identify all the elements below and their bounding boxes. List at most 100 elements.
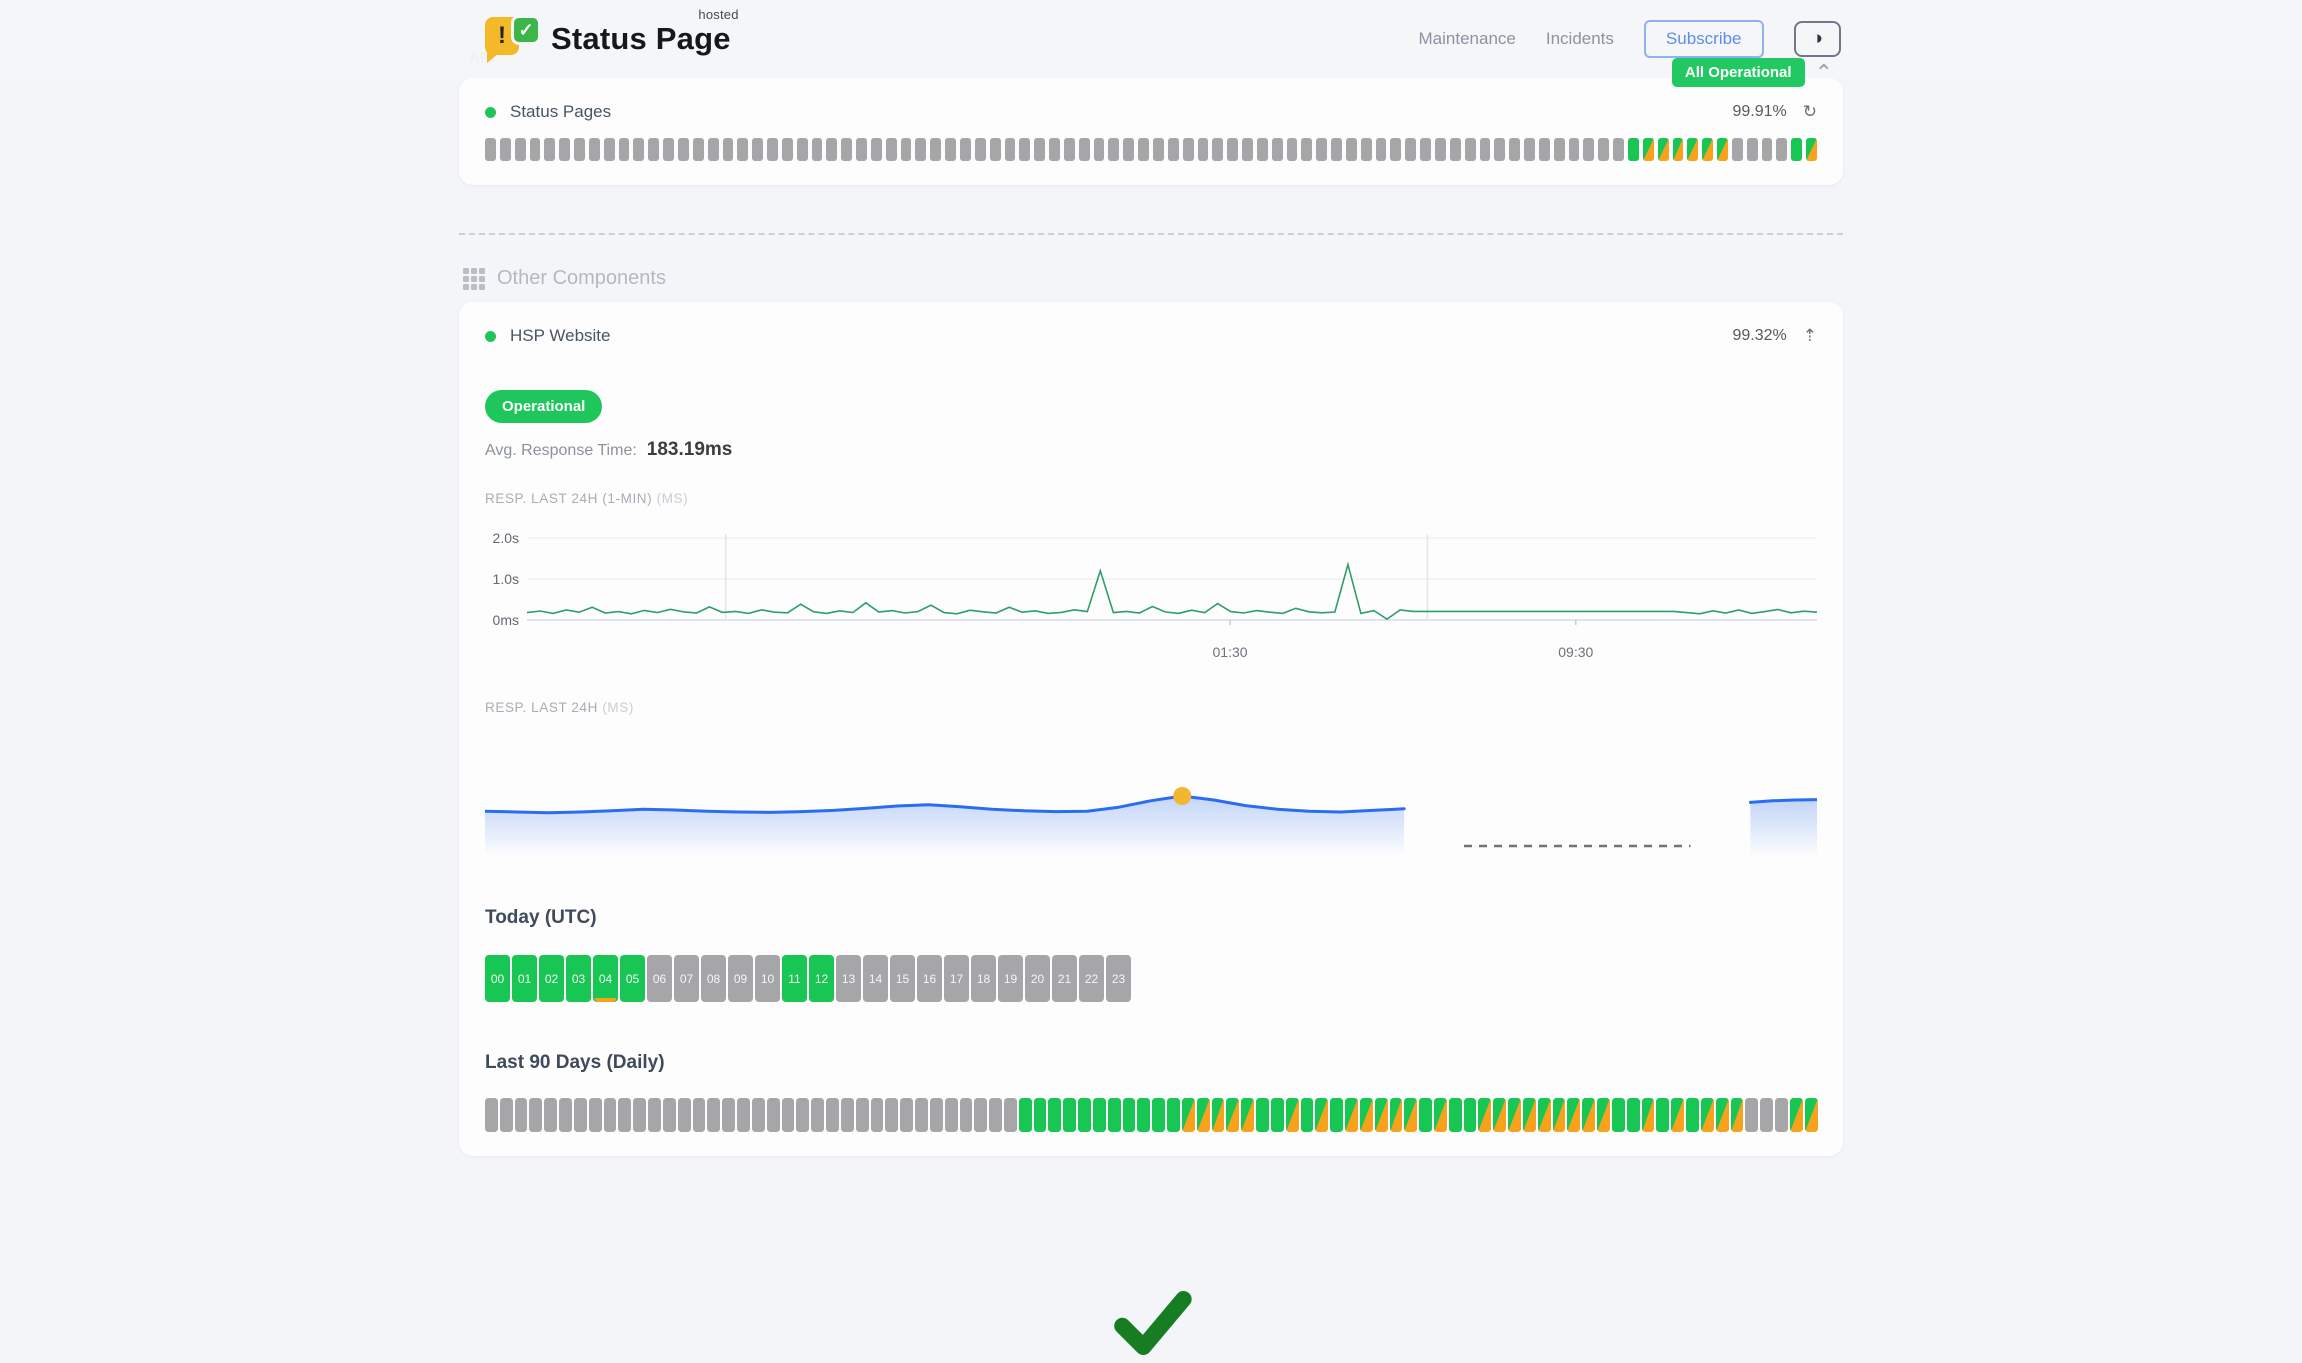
day-block[interactable]	[1671, 1098, 1684, 1132]
day-block[interactable]	[544, 1098, 557, 1132]
day-block[interactable]	[678, 1098, 691, 1132]
day-block[interactable]	[1241, 1098, 1254, 1132]
uptime-bar[interactable]	[648, 138, 659, 161]
uptime-bar[interactable]	[678, 138, 689, 161]
day-block[interactable]	[1390, 1098, 1403, 1132]
day-block[interactable]	[1123, 1098, 1136, 1132]
hour-block-01[interactable]: 01	[512, 955, 537, 1002]
nav-incidents[interactable]: Incidents	[1546, 29, 1614, 49]
day-block[interactable]	[767, 1098, 780, 1132]
uptime-bar[interactable]	[544, 138, 555, 161]
uptime-bar[interactable]	[604, 138, 615, 161]
day-block[interactable]	[930, 1098, 943, 1132]
uptime-bar[interactable]	[693, 138, 704, 161]
day-block[interactable]	[663, 1098, 676, 1132]
uptime-bar[interactable]	[901, 138, 912, 161]
uptime-bar[interactable]	[1331, 138, 1342, 161]
hour-block-08[interactable]: 08	[701, 955, 726, 1002]
day-block[interactable]	[707, 1098, 720, 1132]
day-block[interactable]	[1745, 1098, 1758, 1132]
hour-block-07[interactable]: 07	[674, 955, 699, 1002]
uptime-bar[interactable]	[1569, 138, 1580, 161]
day-block[interactable]	[633, 1098, 646, 1132]
day-block[interactable]	[529, 1098, 542, 1132]
uptime-bar[interactable]	[1583, 138, 1594, 161]
day-block[interactable]	[782, 1098, 795, 1132]
uptime-bar[interactable]	[1064, 138, 1075, 161]
day-block[interactable]	[1019, 1098, 1032, 1132]
uptime-bar[interactable]	[826, 138, 837, 161]
uptime-bar[interactable]	[1762, 138, 1773, 161]
day-block[interactable]	[1419, 1098, 1432, 1132]
uptime-bar[interactable]	[1272, 138, 1283, 161]
uptime-bar[interactable]	[1450, 138, 1461, 161]
day-block[interactable]	[1434, 1098, 1447, 1132]
day-block[interactable]	[1656, 1098, 1669, 1132]
uptime-bar[interactable]	[1539, 138, 1550, 161]
hour-block-19[interactable]: 19	[998, 955, 1023, 1002]
uptime-bar[interactable]	[1019, 138, 1030, 161]
day-block[interactable]	[1716, 1098, 1729, 1132]
uptime-bar[interactable]	[960, 138, 971, 161]
hour-block-17[interactable]: 17	[944, 955, 969, 1002]
day-block[interactable]	[1108, 1098, 1121, 1132]
brand-logo[interactable]: ! ✓ Status Page hosted	[485, 15, 731, 63]
uptime-bar[interactable]	[708, 138, 719, 161]
uptime-bar[interactable]	[500, 138, 511, 161]
hour-block-16[interactable]: 16	[917, 955, 942, 1002]
uptime-bar[interactable]	[1465, 138, 1476, 161]
uptime-bar[interactable]	[1643, 138, 1654, 161]
nav-maintenance[interactable]: Maintenance	[1419, 29, 1516, 49]
uptime-bar[interactable]	[1005, 138, 1016, 161]
day-block[interactable]	[1627, 1098, 1640, 1132]
hour-block-21[interactable]: 21	[1052, 955, 1077, 1002]
day-block[interactable]	[945, 1098, 958, 1132]
day-block[interactable]	[500, 1098, 513, 1132]
uptime-bar[interactable]	[767, 138, 778, 161]
day-block[interactable]	[1464, 1098, 1477, 1132]
uptime-bar[interactable]	[1034, 138, 1045, 161]
day-block[interactable]	[1048, 1098, 1061, 1132]
uptime-bar[interactable]	[589, 138, 600, 161]
uptime-bar[interactable]	[975, 138, 986, 161]
day-block[interactable]	[1760, 1098, 1773, 1132]
day-block[interactable]	[826, 1098, 839, 1132]
day-block[interactable]	[841, 1098, 854, 1132]
uptime-bar[interactable]	[915, 138, 926, 161]
day-block[interactable]	[1315, 1098, 1328, 1132]
day-block[interactable]	[1686, 1098, 1699, 1132]
uptime-bar[interactable]	[1227, 138, 1238, 161]
day-block[interactable]	[1360, 1098, 1373, 1132]
uptime-bar[interactable]	[1287, 138, 1298, 161]
uptime-bar[interactable]	[1420, 138, 1431, 161]
uptime-bar[interactable]	[1390, 138, 1401, 161]
day-block[interactable]	[589, 1098, 602, 1132]
day-block[interactable]	[1642, 1098, 1655, 1132]
day-block[interactable]	[648, 1098, 661, 1132]
day-block[interactable]	[604, 1098, 617, 1132]
day-block[interactable]	[1345, 1098, 1358, 1132]
day-block[interactable]	[752, 1098, 765, 1132]
uptime-bar[interactable]	[1361, 138, 1372, 161]
day-block[interactable]	[1553, 1098, 1566, 1132]
uptime-bar[interactable]	[1480, 138, 1491, 161]
day-block[interactable]	[1597, 1098, 1610, 1132]
day-block[interactable]	[989, 1098, 1002, 1132]
day-block[interactable]	[737, 1098, 750, 1132]
hour-block-03[interactable]: 03	[566, 955, 591, 1002]
day-block[interactable]	[1330, 1098, 1343, 1132]
day-block[interactable]	[722, 1098, 735, 1132]
day-block[interactable]	[1226, 1098, 1239, 1132]
hour-block-09[interactable]: 09	[728, 955, 753, 1002]
day-block[interactable]	[1731, 1098, 1744, 1132]
uptime-bar[interactable]	[1628, 138, 1639, 161]
hour-block-02[interactable]: 02	[539, 955, 564, 1002]
day-block[interactable]	[796, 1098, 809, 1132]
hour-block-00[interactable]: 00	[485, 955, 510, 1002]
uptime-bar[interactable]	[1806, 138, 1817, 161]
uptime-bar[interactable]	[1138, 138, 1149, 161]
uptime-bar[interactable]	[1732, 138, 1743, 161]
theme-toggle-button[interactable]: ◑	[1794, 21, 1841, 58]
uptime-bar[interactable]	[856, 138, 867, 161]
day-block[interactable]	[1286, 1098, 1299, 1132]
